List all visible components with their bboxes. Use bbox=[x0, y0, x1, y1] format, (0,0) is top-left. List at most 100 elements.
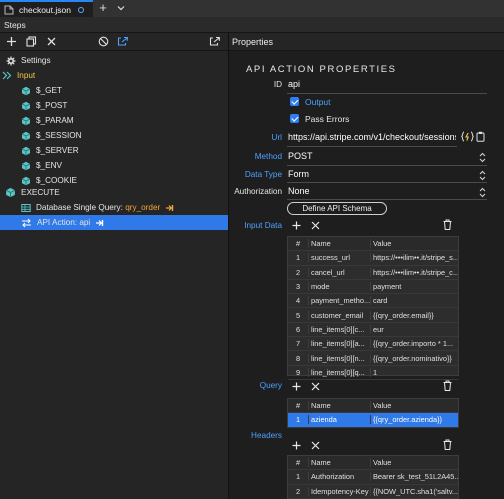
cell-value: payment bbox=[370, 282, 458, 292]
cell-index: 2 bbox=[295, 267, 301, 277]
cell-index: 6 bbox=[295, 324, 301, 334]
pass-errors-checkbox[interactable] bbox=[290, 114, 299, 123]
add-row-icon[interactable] bbox=[292, 382, 301, 391]
properties-toolbar: Properties bbox=[209, 33, 504, 51]
dynamic-data-icon[interactable] bbox=[461, 131, 474, 142]
chevron-down-icon[interactable] bbox=[117, 4, 125, 12]
steps-tree: Settings Input $_GET $_POST $_PARAM $_SE… bbox=[0, 51, 228, 499]
tree-label: Settings bbox=[21, 56, 51, 65]
grid-header-row: # Name Value bbox=[288, 399, 458, 414]
query-name-accent: qry_order bbox=[125, 203, 161, 212]
cell-name: line_items[0][q... bbox=[308, 367, 370, 377]
cell-name: success_url bbox=[308, 253, 370, 263]
updown-chevron-icon[interactable] bbox=[479, 187, 486, 198]
add-row-icon[interactable] bbox=[292, 221, 301, 230]
headers-label: Headers bbox=[251, 431, 282, 440]
cell-index: 4 bbox=[295, 296, 301, 306]
delete-step-icon[interactable] bbox=[46, 36, 57, 47]
query-grid: # Name Value 1 azienda {{qry_order.azienda… bbox=[287, 398, 459, 428]
table-row[interactable]: 3 mode payment bbox=[288, 280, 458, 295]
column-index: # bbox=[295, 401, 301, 411]
trash-icon[interactable] bbox=[443, 219, 452, 230]
column-index: # bbox=[295, 458, 301, 468]
remove-row-icon[interactable] bbox=[311, 221, 320, 230]
define-api-schema-button[interactable]: Define API Schema bbox=[287, 202, 387, 215]
cell-index: 3 bbox=[295, 282, 301, 292]
tree-item-settings[interactable]: Settings bbox=[6, 53, 51, 68]
table-row[interactable]: 9 line_items[0][q... 1 bbox=[288, 366, 458, 380]
step-link-icon bbox=[95, 219, 104, 227]
trash-icon[interactable] bbox=[443, 380, 452, 391]
updown-chevron-icon[interactable] bbox=[479, 152, 486, 163]
tree-item-execute[interactable]: EXECUTE bbox=[5, 185, 60, 200]
tab-filename: checkout.json bbox=[19, 4, 71, 15]
table-row[interactable]: 1 Authorization Bearer sk_test_51L2A45... bbox=[288, 470, 458, 485]
cell-name: Authorization bbox=[308, 472, 370, 482]
cell-index: 5 bbox=[295, 310, 301, 320]
tree-item-param[interactable]: $_PARAM bbox=[21, 113, 74, 128]
cube-icon bbox=[21, 86, 31, 96]
json-file-icon bbox=[4, 5, 14, 15]
table-row[interactable]: 4 payment_metho... card bbox=[288, 294, 458, 309]
table-row[interactable]: 5 customer_email {{qry_order.email}} bbox=[288, 309, 458, 323]
column-value: Value bbox=[370, 401, 458, 411]
cube-icon bbox=[5, 187, 16, 198]
table-row[interactable]: 2 cancel_url https://•••ilim••.it/stripe_c… bbox=[288, 266, 458, 280]
tree-item-post[interactable]: $_POST bbox=[21, 98, 67, 113]
table-row[interactable]: 1 azienda {{qry_order.azienda}} bbox=[288, 413, 458, 428]
table-row[interactable]: 7 line_items[0][a... {{qry_order.importo *… bbox=[288, 337, 458, 352]
clipboard-icon[interactable] bbox=[476, 131, 485, 142]
url-field[interactable]: https://api.stripe.com/v1/checkout/sessi… bbox=[288, 132, 456, 142]
headers-grid: # Name Value 1 Authorization Bearer sk_tes… bbox=[287, 455, 459, 499]
remove-row-icon[interactable] bbox=[311, 441, 320, 450]
cube-icon bbox=[21, 131, 31, 141]
open-external-icon[interactable] bbox=[209, 36, 221, 47]
cube-icon bbox=[21, 101, 31, 111]
id-field[interactable]: api bbox=[288, 79, 300, 89]
tree-item-db-query[interactable]: Database Single Query: qry_order bbox=[21, 200, 174, 215]
go-to-step-icon[interactable] bbox=[117, 36, 129, 47]
method-label: Method bbox=[254, 152, 282, 161]
tree-item-env[interactable]: $_ENV bbox=[21, 158, 62, 173]
data-type-select[interactable]: Form bbox=[288, 169, 309, 179]
tree-item-input[interactable]: Input bbox=[2, 68, 35, 83]
cell-index: 7 bbox=[295, 339, 301, 349]
cell-value: https://•••ilim••.it/stripe_s... bbox=[370, 253, 458, 263]
disable-step-icon[interactable] bbox=[98, 36, 109, 47]
output-checkbox[interactable] bbox=[290, 97, 299, 106]
remove-row-icon[interactable] bbox=[311, 382, 320, 391]
cube-icon bbox=[21, 161, 31, 171]
tree-label: Input bbox=[17, 71, 36, 80]
add-row-icon[interactable] bbox=[292, 441, 301, 450]
tab-checkout[interactable]: checkout.json bbox=[0, 0, 93, 17]
tree-label: Database Single Query: bbox=[36, 203, 126, 212]
cell-value: 1 bbox=[370, 367, 458, 377]
table-row[interactable]: 2 Idempotency-Key {{NOW_UTC.sha1('saltv... bbox=[288, 485, 458, 499]
tree-item-get[interactable]: $_GET bbox=[21, 83, 62, 98]
cell-value: {{qry_order.email}} bbox=[370, 310, 458, 320]
cell-name: line_items[0][c... bbox=[308, 324, 370, 334]
authorization-select[interactable]: None bbox=[288, 186, 310, 196]
copy-icon[interactable] bbox=[26, 36, 37, 47]
tree-item-session[interactable]: $_SESSION bbox=[21, 128, 82, 143]
tree-item-api-action[interactable]: API Action: api bbox=[0, 215, 228, 230]
cube-icon bbox=[21, 176, 31, 186]
input-data-grid: # Name Value 1 success_url https://•••ilim… bbox=[287, 236, 459, 380]
updown-chevron-icon[interactable] bbox=[479, 170, 486, 181]
cell-index: 2 bbox=[295, 486, 301, 496]
cell-name: line_items[0][n... bbox=[308, 353, 370, 363]
new-tab-button[interactable]: + bbox=[97, 0, 109, 17]
tree-item-server[interactable]: $_SERVER bbox=[21, 143, 79, 158]
steps-header: Steps bbox=[0, 17, 504, 33]
table-row[interactable]: 8 line_items[0][n... {{qry_order.nominativ… bbox=[288, 351, 458, 366]
table-row[interactable]: 1 success_url https://•••ilim••.it/stripe_… bbox=[288, 251, 458, 266]
chevrons-right-icon bbox=[2, 71, 12, 80]
authorization-label: Authorization bbox=[234, 187, 282, 196]
trash-icon[interactable] bbox=[443, 439, 452, 450]
table-row[interactable]: 6 line_items[0][c... eur bbox=[288, 323, 458, 338]
tree-label: API Action: api bbox=[37, 218, 91, 227]
column-value: Value bbox=[370, 239, 458, 249]
method-select[interactable]: POST bbox=[288, 151, 313, 161]
add-step-icon[interactable] bbox=[6, 36, 17, 47]
data-type-underline bbox=[287, 182, 487, 183]
